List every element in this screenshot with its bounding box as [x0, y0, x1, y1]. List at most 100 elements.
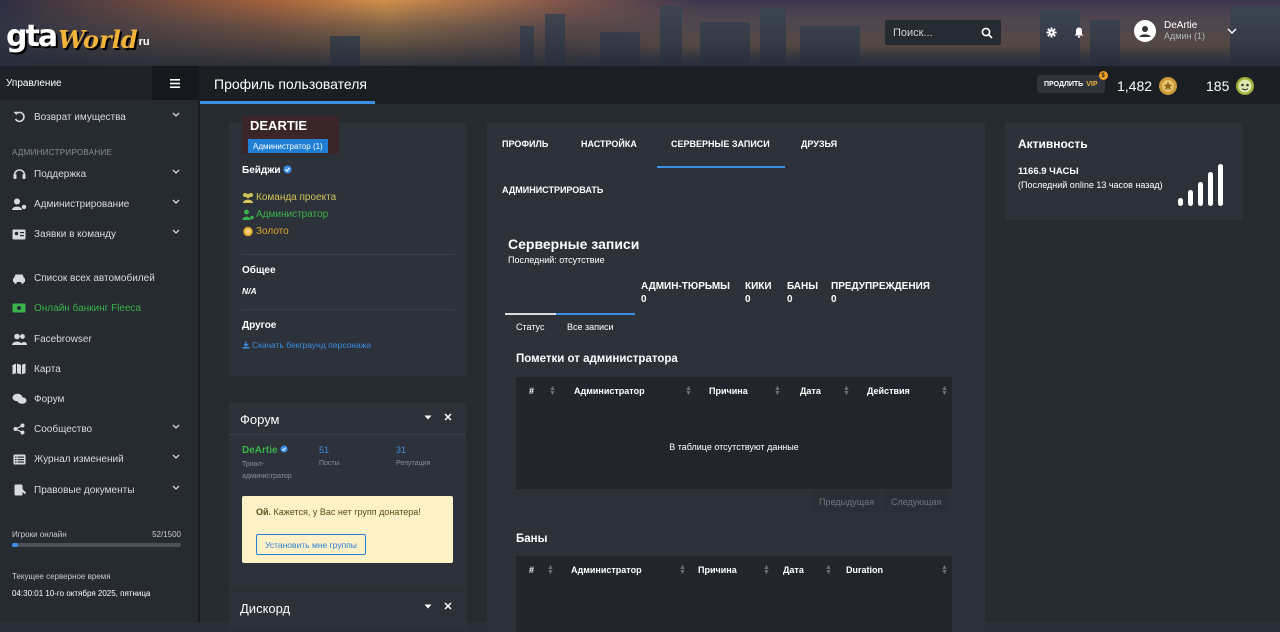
active-tab-indicator: [657, 166, 785, 168]
sidebar-item-changelog[interactable]: Журнал изменений: [0, 447, 198, 471]
prev-page-button[interactable]: Предыдущая: [813, 492, 881, 512]
user-menu[interactable]: DeArtie Админ (1): [1134, 20, 1237, 42]
close-icon[interactable]: [444, 602, 452, 610]
set-groups-button[interactable]: Установить мне группы: [256, 534, 366, 555]
badge-administrator[interactable]: Администратор: [242, 209, 328, 220]
server-time-label: Текущее серверное время: [12, 572, 111, 581]
subtab-status[interactable]: Статус: [516, 322, 544, 332]
sort-icon: ▲ ▼: [679, 564, 686, 576]
col-header-actions[interactable]: Действия: [867, 377, 910, 405]
server-time: Текущее серверное время 04:30:01 10-го о…: [12, 568, 150, 602]
sidebar-item-return-property[interactable]: Возврат имущества: [0, 105, 198, 129]
forum-username[interactable]: DeArtie: [242, 445, 278, 456]
tab-settings[interactable]: НАСТРОЙКА: [581, 139, 637, 149]
car-icon: [11, 270, 27, 286]
headset-icon: [11, 166, 27, 182]
discord-card-title: Дискорд: [240, 601, 291, 616]
sidebar-item-vehicles[interactable]: Список всех автомобилей: [0, 266, 198, 290]
chevron-down-icon: [172, 485, 180, 490]
search-input[interactable]: [885, 26, 973, 39]
col-header-reason[interactable]: Причина: [698, 556, 737, 584]
extend-vip-button[interactable]: ПРОДЛИТЬ VIP $: [1037, 71, 1108, 93]
col-header-date[interactable]: Дата: [800, 377, 821, 405]
comments-icon: [11, 391, 27, 407]
sidebar-item-community[interactable]: Сообщество: [0, 417, 198, 441]
sidebar-item-fleeca-banking[interactable]: Онлайн банкинг Fleeca: [0, 296, 198, 320]
sidebar-item-forum[interactable]: Форум: [0, 387, 198, 411]
points-stat[interactable]: 185: [1206, 76, 1255, 96]
sort-icon: ▲ ▼: [941, 385, 948, 397]
sort-icon: ▲ ▼: [549, 385, 556, 397]
counter-admin-jail: АДМИН-ТЮРЬМЫ 0: [641, 281, 730, 305]
tab-friends[interactable]: ДРУЗЬЯ: [801, 139, 837, 149]
col-header-admin[interactable]: Администратор: [571, 556, 642, 584]
active-subtab-indicator: [556, 313, 635, 315]
sidebar-item-legal-docs[interactable]: Правовые документы: [0, 478, 198, 502]
sidebar-item-administration[interactable]: Администрирование: [0, 192, 198, 216]
sort-icon: ▲ ▼: [774, 385, 781, 397]
user-role: Админ (1): [1164, 31, 1205, 41]
online-value: 52/1500: [152, 530, 181, 539]
coin-medal-icon: [1159, 77, 1178, 95]
next-page-button[interactable]: Следующая: [885, 492, 948, 512]
col-header-reason[interactable]: Причина: [709, 377, 748, 405]
close-icon[interactable]: [444, 413, 452, 421]
download-icon: [242, 341, 250, 349]
coins-stat[interactable]: 1,482: [1117, 76, 1178, 96]
tab-administrate[interactable]: АДМИНИСТРИРОВАТЬ: [502, 185, 603, 195]
badge-project-team[interactable]: Команда проекта: [242, 192, 336, 203]
col-header-date[interactable]: Дата: [783, 556, 804, 584]
subtab-all-records[interactable]: Все записи: [567, 322, 614, 332]
col-header-admin[interactable]: Администратор: [574, 377, 645, 405]
sidebar-title: Управление: [6, 77, 62, 89]
activity-hours: 1166.9 ЧАСЫ: [1018, 166, 1079, 177]
other-heading: Другое: [242, 320, 277, 331]
discord-card: Дискорд: [229, 590, 466, 630]
chevron-down-icon: [172, 112, 180, 117]
share-icon: [11, 421, 27, 437]
badges-heading: Бейджи: [242, 165, 292, 176]
sidebar-item-map[interactable]: Карта: [0, 357, 198, 381]
role-badge: Администратор (1): [248, 139, 328, 153]
col-header-duration[interactable]: Duration: [846, 556, 883, 584]
admin-notes-title: Пометки от администратора: [516, 353, 678, 365]
chevron-down-icon: [172, 229, 180, 234]
site-logo[interactable]: gta World ru: [6, 14, 150, 54]
search-button[interactable]: [973, 20, 1001, 45]
main-content: DEARTIE Администратор (1) Бейджи Команда…: [200, 104, 1280, 632]
user-cog-icon: [11, 196, 27, 212]
collapse-caret-icon[interactable]: [424, 604, 432, 609]
collapse-caret-icon[interactable]: [424, 415, 432, 420]
verified-icon: [283, 165, 292, 174]
empty-table-message: В таблице отсутствуют данные: [669, 442, 799, 452]
sidebar-item-support[interactable]: Поддержка: [0, 162, 198, 186]
download-background-link[interactable]: Скачать бекграунд персонажа: [242, 340, 371, 350]
user-cog-icon: [242, 209, 254, 220]
gold-medal-icon: [243, 226, 253, 237]
chevron-down-icon: [172, 454, 180, 459]
counter-warnings: ПРЕДУПРЕЖДЕНИЯ 0: [831, 281, 930, 305]
server-records-card: ПРОФИЛЬ НАСТРОЙКА СЕРВЕРНЫЕ ЗАПИСИ ДРУЗЬ…: [487, 122, 985, 632]
sort-icon: ▲ ▼: [941, 564, 948, 576]
tab-profile[interactable]: ПРОФИЛЬ: [502, 139, 548, 149]
bell-icon[interactable]: [1072, 25, 1086, 39]
sidebar-section-admin: АДМИНИСТРИРОВАНИЕ: [12, 148, 113, 157]
bans-title: Баны: [516, 533, 548, 545]
sort-icon: ▲ ▼: [843, 385, 850, 397]
col-header-number[interactable]: #: [529, 377, 534, 405]
sidebar-item-team-applications[interactable]: Заявки в команду: [0, 222, 198, 246]
gear-icon[interactable]: [1044, 25, 1058, 39]
list-icon: [11, 451, 27, 467]
online-players: Игроки онлайн 52/1500: [12, 530, 181, 547]
online-progress-bar: [12, 543, 181, 547]
sidebar: Управление Возврат имущества АДМИНИСТРИР…: [0, 66, 198, 622]
col-header-number[interactable]: #: [529, 556, 534, 584]
menu-toggle-button[interactable]: [152, 66, 198, 100]
counter-kicks: КИКИ 0: [745, 281, 772, 305]
sidebar-item-facebrowser[interactable]: Facebrowser: [0, 327, 198, 351]
badge-gold[interactable]: Золото: [242, 226, 289, 237]
tab-server-records[interactable]: СЕРВЕРНЫЕ ЗАПИСИ: [671, 139, 770, 149]
activity-title: Активность: [1018, 137, 1088, 151]
page-title: Профиль пользователя: [214, 76, 367, 92]
activity-card: Активность 1166.9 ЧАСЫ (Последний online…: [1005, 122, 1242, 220]
